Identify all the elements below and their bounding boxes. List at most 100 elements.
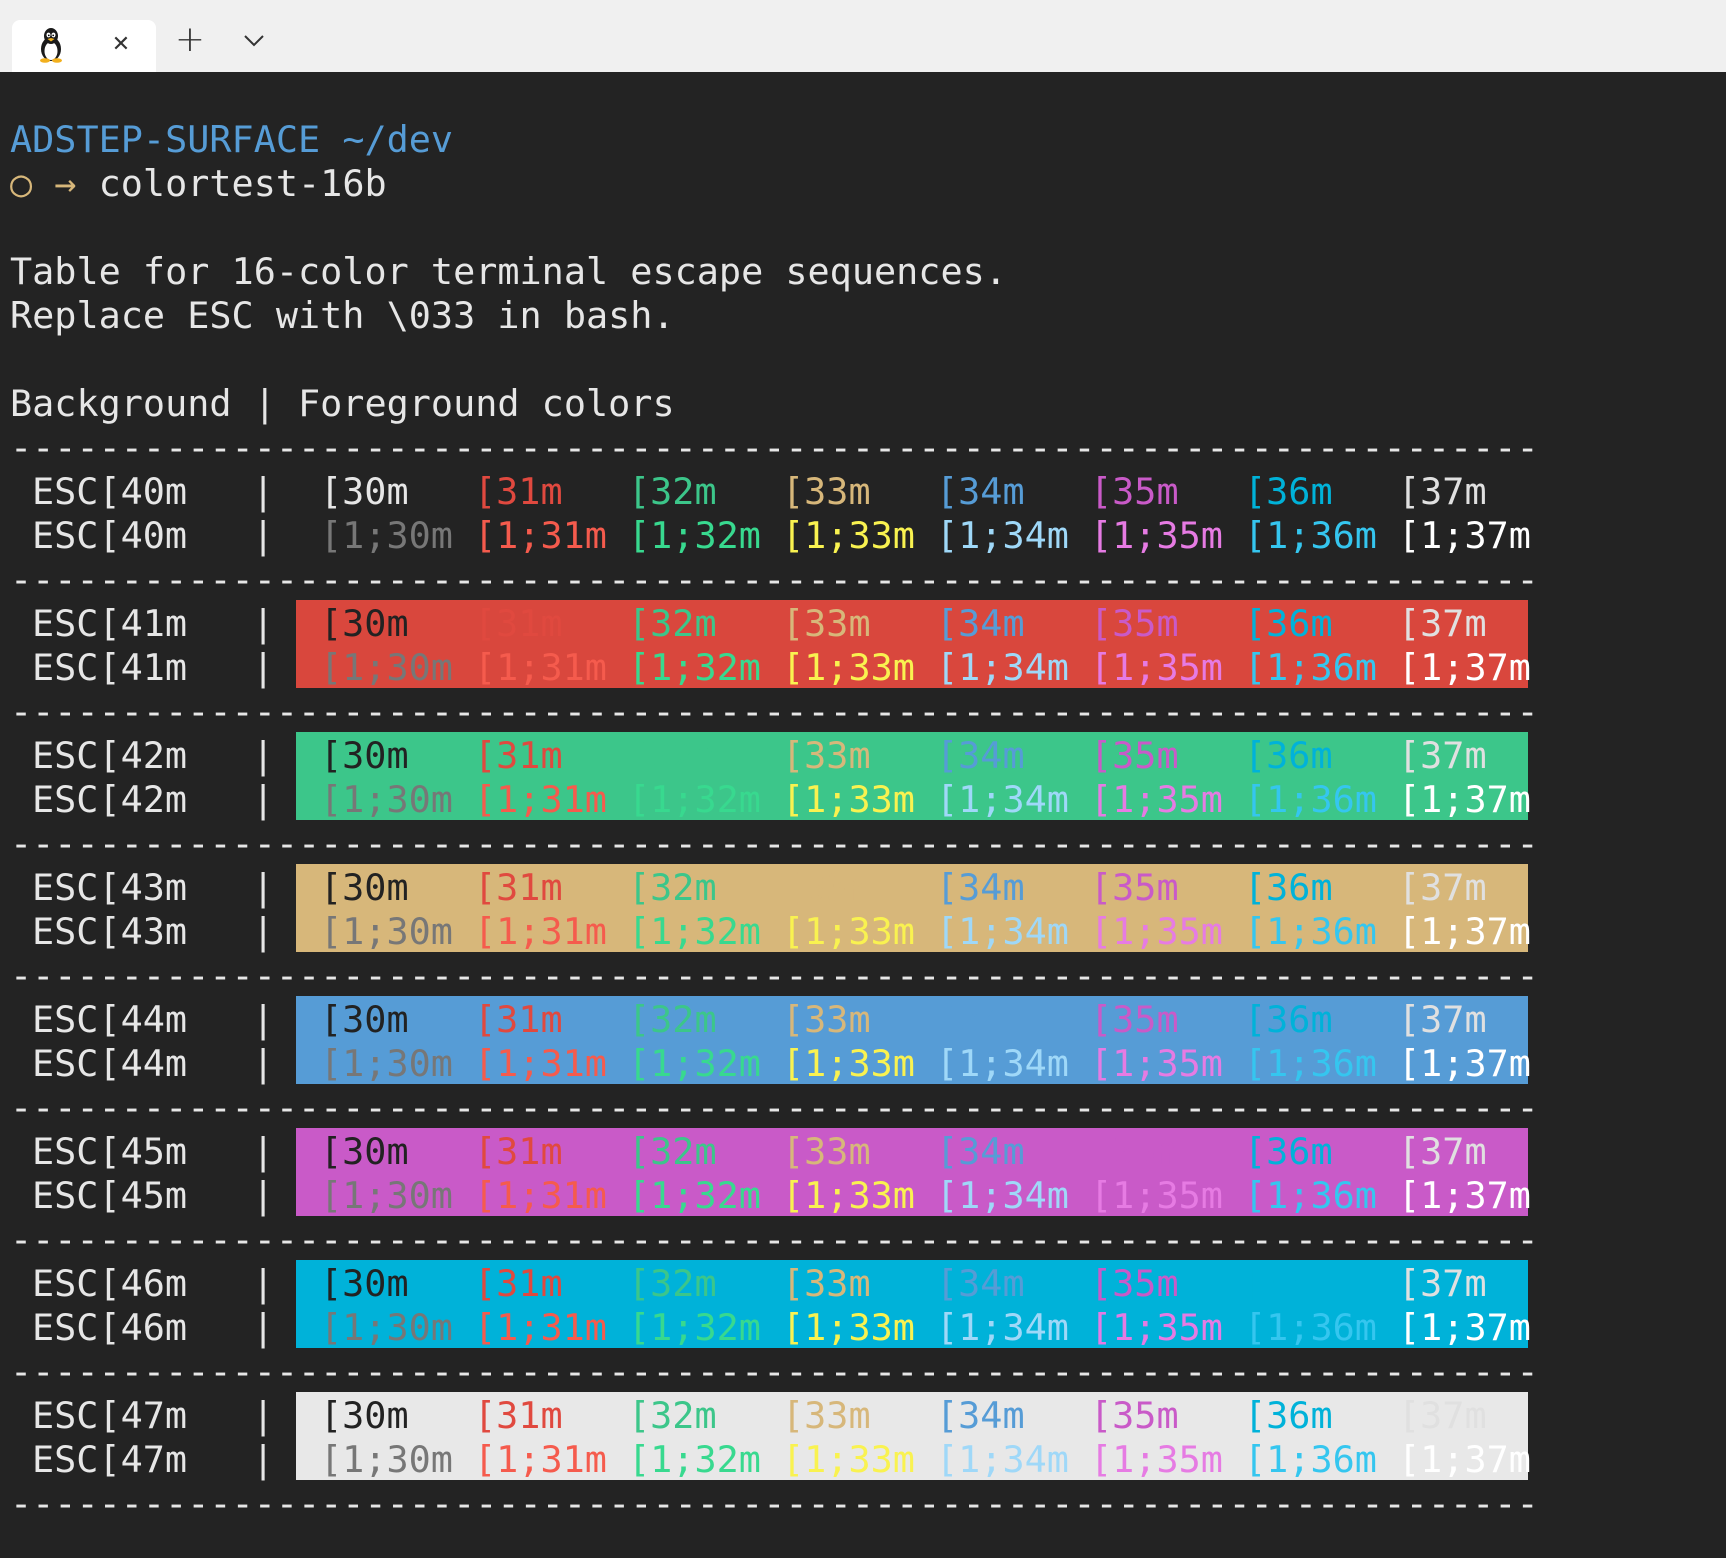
fg-sample-bold: [1;36m (1244, 646, 1377, 689)
fg-sample-bold: [1;36m (1244, 910, 1377, 953)
column-separator: | (252, 866, 275, 909)
close-tab-icon[interactable]: ✕ (106, 30, 136, 60)
fg-sample-bold: [1;34m (936, 514, 1069, 557)
fg-sample-bold: [1;32m (628, 778, 761, 821)
fg-sample-normal: [34m (936, 998, 1025, 1041)
terminal-tab[interactable]: ✕ (12, 20, 156, 72)
divider-line: ----------------------------------------… (10, 954, 1539, 997)
fg-sample-bold: [1;30m (320, 1042, 453, 1085)
fg-sample-bold: [1;34m (936, 910, 1069, 953)
column-separator: | (252, 1438, 275, 1481)
fg-sample-bold: [1;34m (936, 1306, 1069, 1349)
bg-code-label: ESC[46m (32, 1262, 188, 1305)
fg-sample-normal: [37m (1398, 470, 1487, 513)
column-separator: | (252, 470, 275, 513)
chevron-down-icon (244, 35, 264, 47)
terminal-pane[interactable]: ADSTEP-SURFACE ~/dev ○ → colortest-16b T… (0, 72, 1726, 1558)
fg-sample-normal: [31m (474, 470, 563, 513)
fg-sample-bold: [1;37m (1398, 1174, 1531, 1217)
fg-sample-bold: [1;36m (1244, 778, 1377, 821)
prompt-line: ADSTEP-SURFACE ~/dev (10, 118, 453, 162)
column-separator: | (252, 998, 275, 1041)
fg-sample-bold: [1;35m (1090, 1306, 1223, 1349)
fg-sample-normal: [31m (474, 866, 563, 909)
fg-sample-bold: [1;33m (782, 1306, 915, 1349)
divider-line: ----------------------------------------… (10, 426, 1539, 469)
fg-sample-normal: [31m (474, 1394, 563, 1437)
fg-sample-normal: [30m (320, 1394, 409, 1437)
fg-sample-bold: [1;30m (320, 910, 453, 953)
fg-sample-normal: [32m (628, 866, 717, 909)
fg-sample-bold: [1;37m (1398, 1042, 1531, 1085)
fg-sample-normal: [37m (1398, 866, 1487, 909)
info-line-2: Replace ESC with \033 in bash. (10, 294, 675, 337)
fg-sample-normal: [30m (320, 470, 409, 513)
fg-sample-bold: [1;31m (474, 910, 607, 953)
fg-sample-normal: [33m (782, 734, 871, 777)
fg-sample-bold: [1;34m (936, 778, 1069, 821)
bg-code-label: ESC[43m (32, 866, 188, 909)
bg-code-label: ESC[41m (32, 646, 188, 689)
fg-sample-bold: [1;31m (474, 1306, 607, 1349)
column-separator: | (252, 602, 275, 645)
column-separator: | (252, 1262, 275, 1305)
fg-sample-bold: [1;32m (628, 514, 761, 557)
fg-sample-bold: [1;35m (1090, 778, 1223, 821)
fg-sample-normal: [31m (474, 602, 563, 645)
fg-sample-bold: [1;30m (320, 1174, 453, 1217)
info-line-1: Table for 16-color terminal escape seque… (10, 250, 1007, 293)
fg-sample-normal: [30m (320, 602, 409, 645)
column-separator: | (252, 514, 275, 557)
fg-sample-bold: [1;32m (628, 1306, 761, 1349)
new-tab-button[interactable]: + (170, 20, 210, 60)
fg-sample-normal: [31m (474, 734, 563, 777)
fg-sample-bold: [1;32m (628, 1438, 761, 1481)
fg-sample-bold: [1;31m (474, 1174, 607, 1217)
fg-sample-normal: [37m (1398, 602, 1487, 645)
fg-sample-normal: [30m (320, 1262, 409, 1305)
tab-dropdown-button[interactable] (234, 20, 274, 60)
fg-sample-normal: [36m (1244, 1262, 1333, 1305)
fg-sample-normal: [36m (1244, 998, 1333, 1041)
column-separator: | (252, 910, 275, 953)
fg-sample-normal: [32m (628, 1262, 717, 1305)
fg-sample-bold: [1;36m (1244, 1042, 1377, 1085)
fg-sample-bold: [1;37m (1398, 910, 1531, 953)
fg-sample-bold: [1;30m (320, 646, 453, 689)
fg-sample-normal: [37m (1398, 998, 1487, 1041)
linux-penguin-icon (40, 28, 62, 63)
fg-sample-bold: [1;36m (1244, 1438, 1377, 1481)
fg-sample-normal: [35m (1090, 866, 1179, 909)
prompt-symbol: ○ → (10, 162, 77, 205)
fg-sample-normal: [37m (1398, 1394, 1487, 1437)
fg-sample-bold: [1;33m (782, 1042, 915, 1085)
bg-code-label: ESC[46m (32, 1306, 188, 1349)
fg-sample-bold: [1;35m (1090, 1438, 1223, 1481)
fg-sample-bold: [1;34m (936, 1438, 1069, 1481)
divider-line: ----------------------------------------… (10, 822, 1539, 865)
fg-sample-normal: [36m (1244, 470, 1333, 513)
fg-sample-normal: [34m (936, 734, 1025, 777)
fg-sample-normal: [35m (1090, 734, 1179, 777)
fg-sample-normal: [35m (1090, 998, 1179, 1041)
fg-sample-bold: [1;35m (1090, 1174, 1223, 1217)
fg-sample-normal: [34m (936, 470, 1025, 513)
fg-sample-normal: [37m (1398, 734, 1487, 777)
fg-sample-bold: [1;35m (1090, 646, 1223, 689)
fg-sample-bold: [1;34m (936, 1174, 1069, 1217)
fg-sample-bold: [1;30m (320, 514, 453, 557)
fg-sample-normal: [35m (1090, 602, 1179, 645)
fg-sample-normal: [36m (1244, 1130, 1333, 1173)
table-header: Background | Foreground colors (10, 382, 675, 425)
fg-sample-bold: [1;30m (320, 778, 453, 821)
column-separator: | (252, 734, 275, 777)
fg-sample-normal: [32m (628, 998, 717, 1041)
fg-sample-bold: [1;33m (782, 1438, 915, 1481)
fg-sample-normal: [36m (1244, 602, 1333, 645)
fg-sample-bold: [1;35m (1090, 514, 1223, 557)
fg-sample-normal: [30m (320, 1130, 409, 1173)
fg-sample-normal: [31m (474, 998, 563, 1041)
column-separator: | (252, 1130, 275, 1173)
fg-sample-normal: [35m (1090, 1394, 1179, 1437)
bg-code-label: ESC[40m (32, 470, 188, 513)
